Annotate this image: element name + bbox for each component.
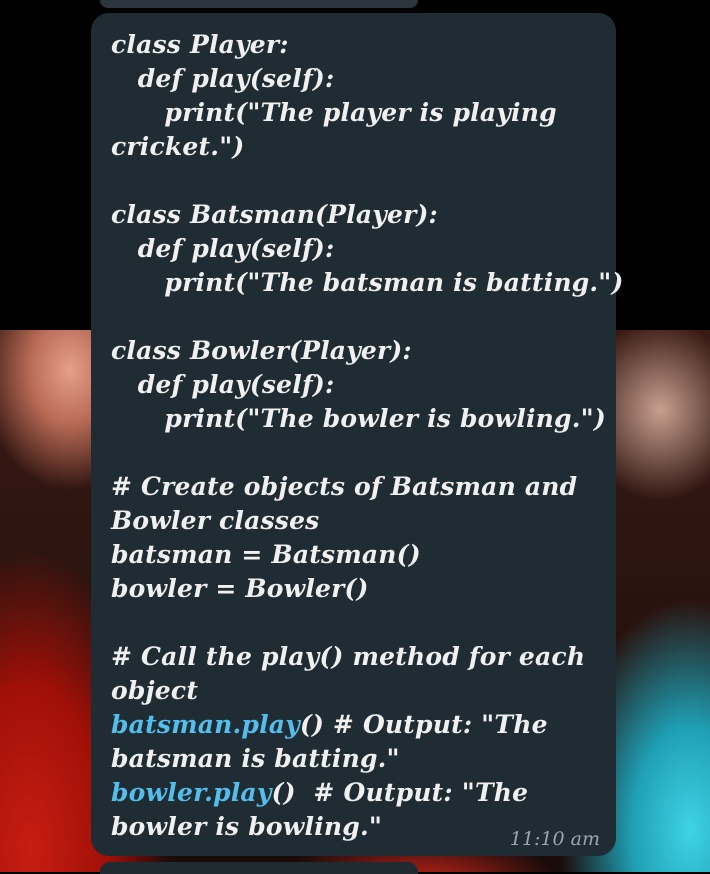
message-bubble[interactable]: class Player: def play(self): print("The… bbox=[91, 13, 624, 856]
next-message-bubble[interactable] bbox=[100, 862, 418, 874]
code-line: # Call the play() method for each bbox=[111, 642, 586, 671]
code-line: bowler = Bowler() bbox=[111, 574, 369, 603]
code-line: print("The player is playing bbox=[111, 98, 557, 127]
code-line: object bbox=[111, 676, 199, 705]
code-line: print("The bowler is bowling.") bbox=[111, 404, 606, 433]
code-text: () # Output: "The bbox=[271, 778, 529, 807]
bowler-play-link[interactable]: bowler.play bbox=[111, 778, 272, 807]
code-line: batsman is batting." bbox=[111, 744, 400, 773]
code-line: def play(self): bbox=[111, 64, 335, 93]
previous-message-bubble[interactable] bbox=[100, 0, 418, 8]
code-line: class Bowler(Player): bbox=[111, 336, 412, 365]
code-line: Bowler classes bbox=[111, 506, 320, 535]
code-line: bowler.play() # Output: "The bbox=[111, 776, 601, 810]
code-text: () # Output: "The bbox=[299, 710, 548, 739]
message-timestamp: 11:10 am bbox=[509, 828, 600, 850]
batsman-play-link[interactable]: batsman.play bbox=[111, 710, 300, 739]
code-line: class Player: bbox=[111, 30, 289, 59]
code-line: def play(self): bbox=[111, 234, 335, 263]
code-line: class Batsman(Player): bbox=[111, 200, 438, 229]
code-line: # Create objects of Batsman and bbox=[111, 472, 578, 501]
code-line: def play(self): bbox=[111, 370, 335, 399]
code-line: batsman.play() # Output: "The bbox=[111, 708, 601, 742]
code-line: print("The batsman is batting.") bbox=[111, 268, 624, 297]
message-text: class Player: def play(self): print("The… bbox=[111, 28, 624, 844]
code-line: cricket.") bbox=[111, 132, 245, 161]
code-line: batsman = Batsman() bbox=[111, 540, 421, 569]
